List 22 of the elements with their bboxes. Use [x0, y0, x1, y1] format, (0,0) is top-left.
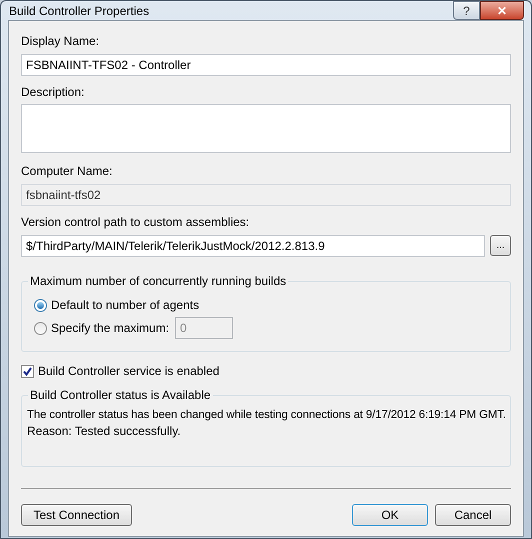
status-reason: Reason: Tested successfully.	[27, 423, 182, 439]
checkbox-label: Build Controller service is enabled	[38, 363, 220, 380]
field-label: Display Name:	[21, 34, 100, 49]
radio-label: Specify the maximum:	[51, 320, 170, 337]
ok-button[interactable]: OK	[352, 504, 428, 526]
field-label: Description:	[21, 85, 86, 100]
path-field[interactable]: $/ThirdParty/MAIN/Telerik/TelerikJustMock/2012.2.813.9	[21, 235, 485, 257]
description-field[interactable]	[21, 104, 511, 153]
browse-button[interactable]: ...	[490, 235, 511, 256]
group-title: Maximum number of concurrently running builds	[28, 274, 288, 289]
field-label: Version control path to custom assemblies:	[21, 215, 250, 230]
help-button[interactable]: ?	[453, 1, 480, 20]
cancel-button[interactable]: Cancel	[435, 504, 511, 526]
radio-button[interactable]	[34, 322, 47, 334]
status-message: The controller status has been changed while testing connections at 9/17/2012 6:19:14 PM GMT.	[27, 408, 507, 423]
checkbox[interactable]	[21, 364, 34, 378]
radio-label: Default to number of agents	[51, 297, 200, 314]
field-label: Computer Name:	[21, 164, 114, 179]
test-connection-button[interactable]: Test Connection	[21, 504, 132, 526]
display-name-field[interactable]: FSBNAIINT-TFS02 - Controller	[21, 54, 511, 76]
radio-button[interactable]	[34, 298, 47, 312]
window-title: Build Controller Properties	[8, 2, 150, 20]
